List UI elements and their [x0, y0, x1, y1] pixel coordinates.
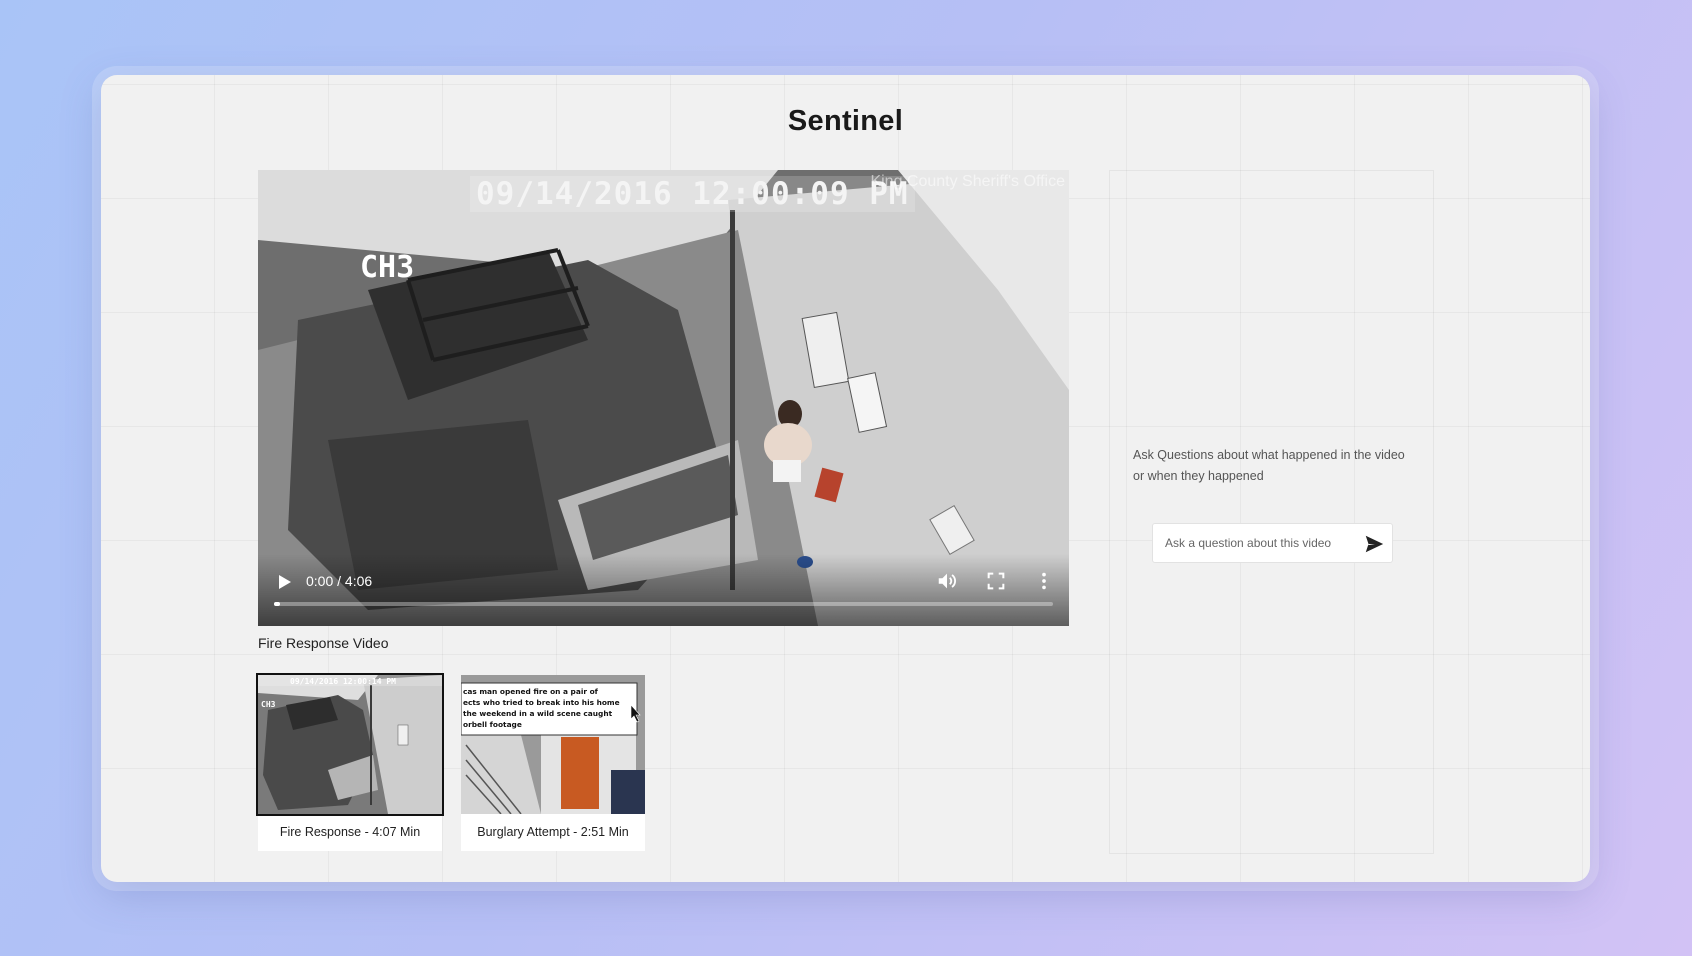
video-thumbnail-burglary-attempt[interactable]: cas man opened fire on a pair of ects wh…: [461, 675, 645, 851]
thumbnail-caption-line: orbell footage: [463, 720, 522, 729]
video-progress-fill: [274, 602, 281, 606]
chat-hint: Ask Questions about what happened in the…: [1133, 448, 1405, 483]
video-player[interactable]: 09/14/2016 12:00:09 PM CH3 King County S…: [258, 170, 1069, 626]
video-title: Fire Response Video: [258, 635, 389, 651]
thumbnail-image: 09/14/2016 12:00:14 PM CH3: [256, 673, 444, 816]
video-progress-bar[interactable]: [274, 602, 1053, 606]
question-input-container: [1152, 523, 1393, 563]
app-window: Sentinel 09/14/2016 12:00:09 PM CH3 King…: [101, 75, 1590, 882]
volume-icon[interactable]: [936, 570, 958, 592]
more-vert-icon[interactable]: [1033, 570, 1055, 592]
video-thumbnail-fire-response[interactable]: 09/14/2016 12:00:14 PM CH3 Fire Response…: [256, 673, 444, 851]
question-input[interactable]: [1165, 524, 1361, 562]
thumbnail-image: cas man opened fire on a pair of ects wh…: [461, 675, 645, 814]
thumbnail-caption-line: the weekend in a wild scene caught: [463, 709, 613, 718]
app-title: Sentinel: [787, 105, 904, 137]
play-icon[interactable]: [274, 572, 294, 592]
video-controls: 0:00 / 4:06: [258, 554, 1069, 626]
thumbnail-label: Burglary Attempt - 2:51 Min: [477, 825, 629, 839]
thumbnail-label: Fire Response - 4:07 Min: [279, 825, 421, 839]
thumbnail-caption-line: ects who tried to break into his home: [463, 698, 620, 707]
time-display: 0:00 / 4:06: [306, 573, 373, 589]
video-channel-overlay: CH3: [360, 250, 415, 285]
thumbnail-timestamp: 09/14/2016 12:00:14 PM: [290, 677, 396, 686]
send-icon[interactable]: [1363, 533, 1385, 555]
fullscreen-icon[interactable]: [985, 570, 1007, 592]
thumbnail-caption-line: cas man opened fire on a pair of: [463, 687, 599, 696]
video-timestamp-overlay: 09/14/2016 12:00:09 PM: [470, 176, 915, 212]
thumbnail-channel: CH3: [261, 700, 276, 709]
video-watermark: King County Sheriff's Office: [870, 173, 1065, 190]
chat-panel: Ask Questions about what happened in the…: [1109, 170, 1434, 854]
